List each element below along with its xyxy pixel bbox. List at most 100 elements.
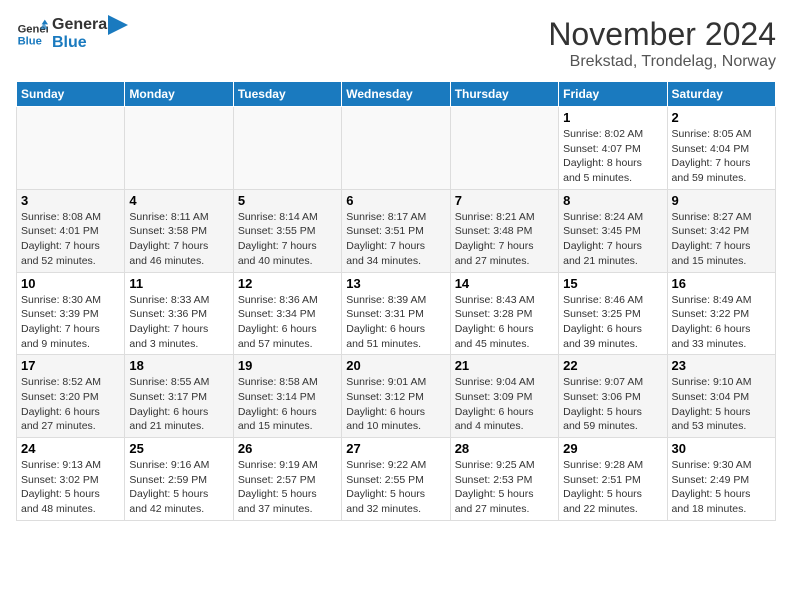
day-number: 23 — [672, 358, 771, 373]
day-number: 19 — [238, 358, 337, 373]
calendar-cell: 20 Sunrise: 9:01 AM Sunset: 3:12 PM Dayli… — [342, 355, 450, 438]
calendar-week-3: 10 Sunrise: 8:30 AM Sunset: 3:39 PM Dayli… — [17, 272, 776, 355]
column-header-saturday: Saturday — [667, 82, 775, 107]
column-header-wednesday: Wednesday — [342, 82, 450, 107]
day-number: 8 — [563, 193, 662, 208]
day-info: Sunrise: 8:30 AM Sunset: 3:39 PM Dayligh… — [21, 293, 120, 352]
calendar-cell: 12Sunrise: 8:36 AM Sunset: 3:34 PM Dayli… — [233, 272, 341, 355]
day-number: 12 — [238, 276, 337, 291]
day-info: Sunrise: 8:27 AM Sunset: 3:42 PM Dayligh… — [672, 210, 771, 269]
logo: General Blue General Blue — [16, 16, 128, 51]
day-number: 4 — [129, 193, 228, 208]
day-info: Sunrise: 9:01 AM Sunset: 3:12 PM Dayligh… — [346, 375, 445, 434]
calendar-cell — [450, 107, 558, 190]
day-info: Sunrise: 8:43 AM Sunset: 3:28 PM Dayligh… — [455, 293, 554, 352]
day-number: 20 — [346, 358, 445, 373]
day-number: 22 — [563, 358, 662, 373]
day-info: Sunrise: 8:39 AM Sunset: 3:31 PM Dayligh… — [346, 293, 445, 352]
day-number: 7 — [455, 193, 554, 208]
day-number: 24 — [21, 441, 120, 456]
day-number: 27 — [346, 441, 445, 456]
calendar-cell: 29Sunrise: 9:28 AM Sunset: 2:51 PM Dayli… — [559, 438, 667, 521]
day-number: 2 — [672, 110, 771, 125]
calendar-cell: 28Sunrise: 9:25 AM Sunset: 2:53 PM Dayli… — [450, 438, 558, 521]
calendar-week-5: 24Sunrise: 9:13 AM Sunset: 3:02 PM Dayli… — [17, 438, 776, 521]
column-header-monday: Monday — [125, 82, 233, 107]
calendar-cell: 8Sunrise: 8:24 AM Sunset: 3:45 PM Daylig… — [559, 189, 667, 272]
calendar-cell: 23 Sunrise: 9:10 AM Sunset: 3:04 PM Dayli… — [667, 355, 775, 438]
day-info: Sunrise: 8:49 AM Sunset: 3:22 PM Dayligh… — [672, 293, 771, 352]
location-title: Brekstad, Trondelag, Norway — [548, 53, 776, 71]
day-number: 5 — [238, 193, 337, 208]
calendar-cell: 4 Sunrise: 8:11 AM Sunset: 3:58 PM Daylig… — [125, 189, 233, 272]
day-info: Sunrise: 8:11 AM Sunset: 3:58 PM Dayligh… — [129, 210, 228, 269]
calendar-cell: 26 Sunrise: 9:19 AM Sunset: 2:57 PM Dayli… — [233, 438, 341, 521]
day-info: Sunrise: 9:16 AM Sunset: 2:59 PM Dayligh… — [129, 458, 228, 517]
column-header-friday: Friday — [559, 82, 667, 107]
day-info: Sunrise: 8:05 AM Sunset: 4:04 PM Dayligh… — [672, 127, 771, 186]
calendar-cell: 10 Sunrise: 8:30 AM Sunset: 3:39 PM Dayli… — [17, 272, 125, 355]
day-number: 30 — [672, 441, 771, 456]
day-info: Sunrise: 9:10 AM Sunset: 3:04 PM Dayligh… — [672, 375, 771, 434]
day-number: 13 — [346, 276, 445, 291]
calendar-cell — [233, 107, 341, 190]
day-info: Sunrise: 8:17 AM Sunset: 3:51 PM Dayligh… — [346, 210, 445, 269]
logo-blue: Blue — [52, 34, 87, 51]
day-number: 26 — [238, 441, 337, 456]
day-info: Sunrise: 8:08 AM Sunset: 4:01 PM Dayligh… — [21, 210, 120, 269]
day-info: Sunrise: 9:30 AM Sunset: 2:49 PM Dayligh… — [672, 458, 771, 517]
day-number: 10 — [21, 276, 120, 291]
calendar-cell: 15 Sunrise: 8:46 AM Sunset: 3:25 PM Dayli… — [559, 272, 667, 355]
calendar-cell — [17, 107, 125, 190]
day-number: 14 — [455, 276, 554, 291]
day-number: 1 — [563, 110, 662, 125]
calendar-table: SundayMondayTuesdayWednesdayThursdayFrid… — [16, 81, 776, 521]
day-info: Sunrise: 8:55 AM Sunset: 3:17 PM Dayligh… — [129, 375, 228, 434]
day-info: Sunrise: 9:19 AM Sunset: 2:57 PM Dayligh… — [238, 458, 337, 517]
title-area: November 2024 Brekstad, Trondelag, Norwa… — [548, 16, 776, 71]
calendar-cell: 25 Sunrise: 9:16 AM Sunset: 2:59 PM Dayli… — [125, 438, 233, 521]
day-info: Sunrise: 8:46 AM Sunset: 3:25 PM Dayligh… — [563, 293, 662, 352]
column-header-sunday: Sunday — [17, 82, 125, 107]
day-number: 15 — [563, 276, 662, 291]
day-info: Sunrise: 9:22 AM Sunset: 2:55 PM Dayligh… — [346, 458, 445, 517]
calendar-cell: 1 Sunrise: 8:02 AM Sunset: 4:07 PM Daylig… — [559, 107, 667, 190]
day-info: Sunrise: 9:04 AM Sunset: 3:09 PM Dayligh… — [455, 375, 554, 434]
calendar-cell: 11Sunrise: 8:33 AM Sunset: 3:36 PM Dayli… — [125, 272, 233, 355]
calendar-cell: 3Sunrise: 8:08 AM Sunset: 4:01 PM Daylig… — [17, 189, 125, 272]
calendar-cell — [342, 107, 450, 190]
calendar-cell: 18 Sunrise: 8:55 AM Sunset: 3:17 PM Dayli… — [125, 355, 233, 438]
day-number: 16 — [672, 276, 771, 291]
day-info: Sunrise: 8:21 AM Sunset: 3:48 PM Dayligh… — [455, 210, 554, 269]
calendar-cell: 6 Sunrise: 8:17 AM Sunset: 3:51 PM Daylig… — [342, 189, 450, 272]
month-title: November 2024 — [548, 16, 776, 53]
column-header-tuesday: Tuesday — [233, 82, 341, 107]
calendar-cell: 30 Sunrise: 9:30 AM Sunset: 2:49 PM Dayli… — [667, 438, 775, 521]
calendar-cell: 9Sunrise: 8:27 AM Sunset: 3:42 PM Daylig… — [667, 189, 775, 272]
calendar-cell: 17Sunrise: 8:52 AM Sunset: 3:20 PM Dayli… — [17, 355, 125, 438]
calendar-week-2: 3Sunrise: 8:08 AM Sunset: 4:01 PM Daylig… — [17, 189, 776, 272]
day-info: Sunrise: 9:28 AM Sunset: 2:51 PM Dayligh… — [563, 458, 662, 517]
calendar-cell: 22 Sunrise: 9:07 AM Sunset: 3:06 PM Dayli… — [559, 355, 667, 438]
calendar-week-4: 17Sunrise: 8:52 AM Sunset: 3:20 PM Dayli… — [17, 355, 776, 438]
day-number: 18 — [129, 358, 228, 373]
day-number: 11 — [129, 276, 228, 291]
calendar-cell: 13 Sunrise: 8:39 AM Sunset: 3:31 PM Dayli… — [342, 272, 450, 355]
day-info: Sunrise: 8:14 AM Sunset: 3:55 PM Dayligh… — [238, 210, 337, 269]
header: General Blue General Blue November 2024 … — [16, 16, 776, 71]
calendar-cell: 16 Sunrise: 8:49 AM Sunset: 3:22 PM Dayli… — [667, 272, 775, 355]
calendar-cell: 19 Sunrise: 8:58 AM Sunset: 3:14 PM Dayli… — [233, 355, 341, 438]
day-number: 21 — [455, 358, 554, 373]
day-info: Sunrise: 8:02 AM Sunset: 4:07 PM Dayligh… — [563, 127, 662, 186]
calendar-cell — [125, 107, 233, 190]
day-number: 25 — [129, 441, 228, 456]
calendar-cell: 14 Sunrise: 8:43 AM Sunset: 3:28 PM Dayli… — [450, 272, 558, 355]
calendar-header-row: SundayMondayTuesdayWednesdayThursdayFrid… — [17, 82, 776, 107]
logo-general: General — [52, 16, 112, 33]
calendar-cell: 7 Sunrise: 8:21 AM Sunset: 3:48 PM Daylig… — [450, 189, 558, 272]
day-number: 17 — [21, 358, 120, 373]
calendar-week-1: 1 Sunrise: 8:02 AM Sunset: 4:07 PM Daylig… — [17, 107, 776, 190]
day-info: Sunrise: 8:58 AM Sunset: 3:14 PM Dayligh… — [238, 375, 337, 434]
day-info: Sunrise: 9:07 AM Sunset: 3:06 PM Dayligh… — [563, 375, 662, 434]
day-number: 6 — [346, 193, 445, 208]
